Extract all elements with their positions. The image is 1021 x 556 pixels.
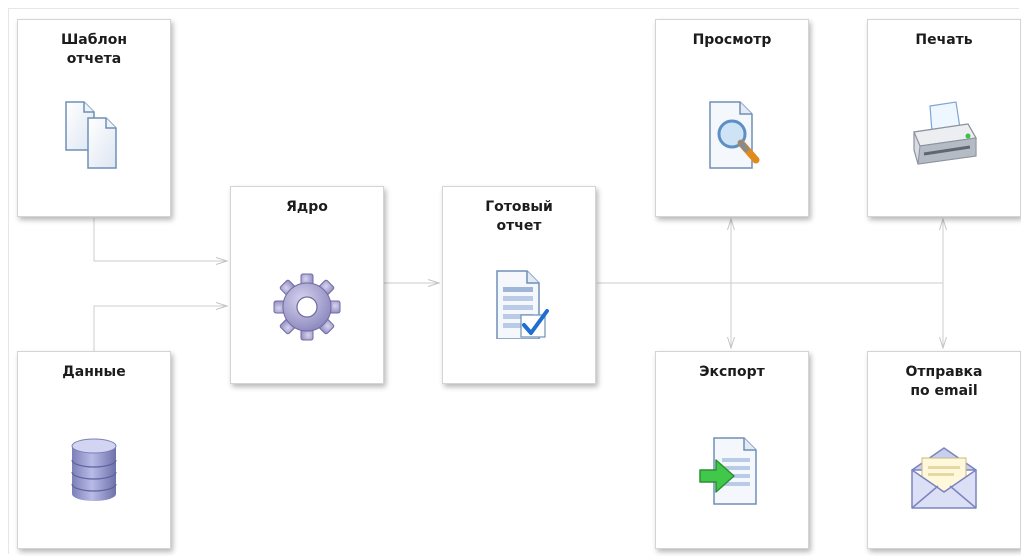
edge-data-core: [93, 306, 227, 352]
export-arrow-icon: [696, 434, 768, 506]
node-title: Данные: [62, 364, 126, 380]
report-check-icon: [483, 267, 555, 339]
database-icon: [58, 434, 130, 506]
node-ready-report[interactable]: Готовый отчет: [442, 186, 596, 384]
node-export[interactable]: Экспорт: [655, 351, 809, 549]
gear-icon: [271, 271, 343, 343]
node-title: Готовый отчет: [485, 199, 553, 234]
node-title: Ядро: [286, 199, 328, 215]
documents-icon: [58, 98, 130, 170]
node-title: Просмотр: [692, 32, 772, 48]
node-report-template[interactable]: Шаблон отчета: [17, 19, 171, 217]
magnifier-document-icon: [696, 98, 768, 170]
envelope-icon: [908, 440, 980, 512]
node-data[interactable]: Данные: [17, 351, 171, 549]
node-title: Экспорт: [699, 364, 765, 380]
node-title: Шаблон отчета: [60, 32, 128, 67]
printer-icon: [908, 98, 980, 170]
node-email[interactable]: Отправка по email: [867, 351, 1021, 549]
node-preview[interactable]: Просмотр: [655, 19, 809, 217]
node-print[interactable]: Печать: [867, 19, 1021, 217]
node-title: Отправка по email: [905, 364, 983, 399]
node-title: Печать: [915, 32, 973, 48]
edge-template-core: [93, 218, 227, 261]
node-core[interactable]: Ядро: [230, 186, 384, 384]
